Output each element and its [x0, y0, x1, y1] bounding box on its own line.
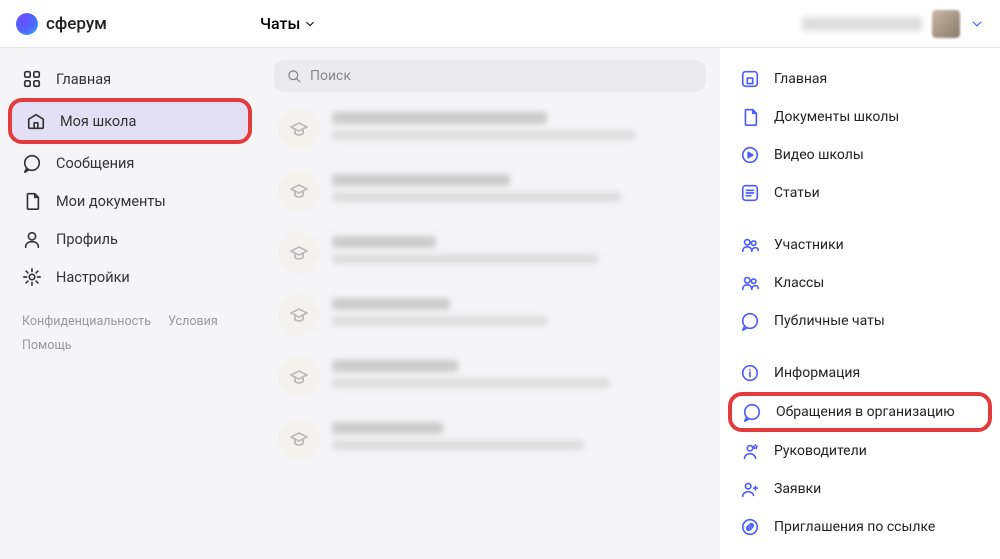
- context-item-applications[interactable]: Заявки: [728, 470, 992, 508]
- grid-icon: [22, 69, 42, 89]
- terms-link[interactable]: Условия: [168, 314, 218, 329]
- sidebar-item-settings[interactable]: Настройки: [8, 258, 252, 296]
- link-icon: [740, 517, 760, 537]
- context-item-label: Документы школы: [774, 109, 899, 125]
- search-placeholder: Поиск: [310, 68, 351, 84]
- chat-row[interactable]: [274, 284, 706, 346]
- chat-row[interactable]: [274, 408, 706, 470]
- context-item-home[interactable]: Главная: [728, 60, 992, 98]
- people-icon: [740, 273, 760, 293]
- context-item-classes[interactable]: Классы: [728, 264, 992, 302]
- home-icon: [740, 69, 760, 89]
- chat-icon: [742, 402, 762, 422]
- school-icon: [26, 111, 46, 131]
- brand-name: сферум: [46, 14, 107, 34]
- context-item-label: Приглашения по ссылке: [774, 519, 935, 535]
- chat-row[interactable]: [274, 98, 706, 160]
- brand[interactable]: сферум: [16, 13, 260, 35]
- sidebar-footer: Конфиденциальность Условия Помощь: [8, 296, 252, 358]
- sidebar-item-documents[interactable]: Мои документы: [8, 182, 252, 220]
- info-icon: [740, 363, 760, 383]
- context-item-label: Классы: [774, 275, 824, 291]
- chevron-down-icon[interactable]: [970, 17, 984, 31]
- user-icon: [22, 229, 42, 249]
- chat-avatar-icon: [278, 108, 320, 150]
- logo-icon: [16, 13, 38, 35]
- context-item-label: Публичные чаты: [774, 313, 885, 329]
- context-item-label: Обращения в организацию: [776, 404, 955, 420]
- context-item-label: Участники: [774, 237, 844, 253]
- sidebar-item-label: Моя школа: [60, 113, 136, 130]
- context-item-label: Главная: [774, 71, 827, 87]
- context-item-org-requests[interactable]: Обращения в организацию: [728, 392, 992, 432]
- context-item-invite-link[interactable]: Приглашения по ссылке: [728, 508, 992, 546]
- sidebar-item-profile[interactable]: Профиль: [8, 220, 252, 258]
- context-item-label: Статьи: [774, 185, 820, 201]
- chat-avatar-icon: [278, 356, 320, 398]
- sidebar-item-label: Профиль: [56, 231, 118, 248]
- chat-row[interactable]: [274, 222, 706, 284]
- sidebar-item-label: Главная: [56, 71, 111, 88]
- context-item-label: Видео школы: [774, 147, 864, 163]
- context-item-label: Заявки: [774, 481, 821, 497]
- chat-row[interactable]: [274, 160, 706, 222]
- sidebar-item-label: Сообщения: [56, 155, 134, 172]
- people-icon: [740, 235, 760, 255]
- gear-icon: [22, 267, 42, 287]
- chevron-down-icon: [304, 18, 316, 30]
- section-dropdown[interactable]: Чаты: [260, 14, 316, 33]
- avatar[interactable]: [932, 10, 960, 38]
- search-input[interactable]: Поиск: [274, 60, 706, 92]
- sidebar-item-label: Настройки: [56, 269, 130, 286]
- context-item-school-docs[interactable]: Документы школы: [728, 98, 992, 136]
- sidebar-item-my-school[interactable]: Моя школа: [8, 98, 252, 144]
- sidebar-item-home[interactable]: Главная: [8, 60, 252, 98]
- play-icon: [740, 145, 760, 165]
- search-icon: [286, 68, 302, 84]
- star-user-icon: [740, 441, 760, 461]
- context-item-info[interactable]: Информация: [728, 354, 992, 392]
- chat-icon: [22, 153, 42, 173]
- chat-avatar-icon: [278, 294, 320, 336]
- help-link[interactable]: Помощь: [22, 338, 72, 353]
- sidebar-item-messages[interactable]: Сообщения: [8, 144, 252, 182]
- context-item-members[interactable]: Участники: [728, 226, 992, 264]
- chat-avatar-icon: [278, 232, 320, 274]
- user-plus-icon: [740, 479, 760, 499]
- chat-row[interactable]: [274, 346, 706, 408]
- doc-icon: [22, 191, 42, 211]
- context-sidebar: Главная Документы школы Видео школы Стат…: [720, 48, 1000, 559]
- list-icon: [740, 183, 760, 203]
- context-item-label: Руководители: [774, 443, 867, 459]
- chat-icon: [740, 311, 760, 331]
- app-header: сферум Чаты: [0, 0, 1000, 48]
- user-name: [802, 17, 922, 31]
- context-item-leaders[interactable]: Руководители: [728, 432, 992, 470]
- sidebar-item-label: Мои документы: [56, 193, 166, 210]
- context-item-school-video[interactable]: Видео школы: [728, 136, 992, 174]
- chat-avatar-icon: [278, 170, 320, 212]
- privacy-link[interactable]: Конфиденциальность: [22, 314, 151, 329]
- chat-list: [274, 98, 706, 470]
- context-item-label: Информация: [774, 365, 860, 381]
- doc-icon: [740, 107, 760, 127]
- context-item-articles[interactable]: Статьи: [728, 174, 992, 212]
- main-sidebar: Главная Моя школа Сообщения Мои документ…: [0, 48, 260, 559]
- chat-avatar-icon: [278, 418, 320, 460]
- chat-column: Поиск: [260, 48, 720, 559]
- section-label: Чаты: [260, 14, 300, 33]
- context-item-public-chats[interactable]: Публичные чаты: [728, 302, 992, 340]
